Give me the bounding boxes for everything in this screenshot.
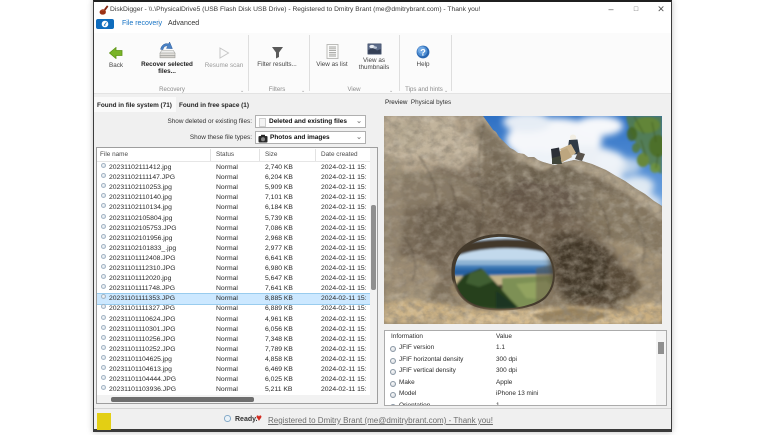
svg-text:?: ? — [420, 47, 426, 58]
